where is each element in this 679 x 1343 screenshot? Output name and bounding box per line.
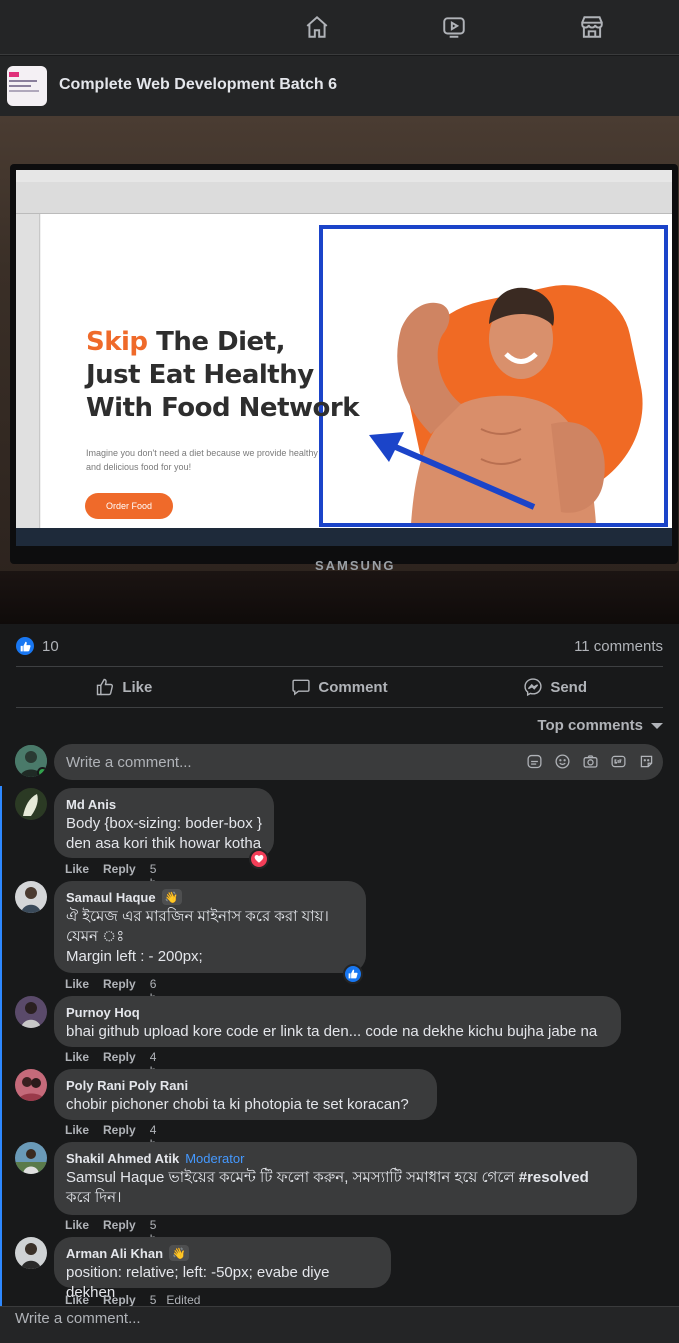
- comment-text: chobir pichoner chobi ta ki photopia te …: [66, 1096, 409, 1113]
- comment-thread-line: [0, 786, 2, 1307]
- caret-down-icon: [651, 722, 663, 729]
- commenter-name[interactable]: Shakil Ahmed Atik Moderator: [66, 1150, 625, 1166]
- top-navigation: [0, 0, 679, 55]
- messenger-icon: [524, 678, 542, 697]
- monitor-brand: SAMSUNG: [315, 558, 396, 573]
- commenter-avatar[interactable]: [15, 881, 47, 913]
- send-label: Send: [550, 678, 588, 696]
- windows-taskbar: [16, 528, 672, 546]
- composer-tools: [525, 752, 655, 770]
- love-reaction-icon[interactable]: [249, 849, 269, 869]
- home-icon[interactable]: [302, 12, 332, 42]
- commenter-avatar[interactable]: [15, 788, 47, 820]
- avatar-sticker-icon[interactable]: [637, 752, 655, 770]
- like-reaction-icon[interactable]: [343, 964, 363, 984]
- post-actions: Like Comment Send: [16, 667, 663, 707]
- comments-count[interactable]: 11 comments: [574, 638, 663, 655]
- commenter-name[interactable]: Samaul Haque 👋: [66, 889, 354, 905]
- hero-subtext: Imagine you don't need a diet because we…: [86, 448, 318, 472]
- comment-button[interactable]: Comment: [232, 667, 448, 707]
- commenter-avatar[interactable]: [15, 1237, 47, 1269]
- post-photo[interactable]: Skip The Diet, Just Eat Healthy With Foo…: [0, 116, 679, 624]
- group-header: Complete Web Development Batch 6: [0, 56, 679, 116]
- monitor-screen: Skip The Diet, Just Eat Healthy With Foo…: [16, 170, 672, 546]
- group-title[interactable]: Complete Web Development Batch 6: [59, 76, 337, 94]
- like-label: Like: [122, 678, 153, 696]
- comment-text: bhai github upload kore code er link ta …: [66, 1023, 598, 1040]
- comment-bubble: Arman Ali Khan 👋 position: relative; left…: [54, 1237, 391, 1301]
- like-reaction-icon[interactable]: [16, 637, 34, 655]
- comment-bubble: Samaul Haque 👋 ঐ ইমেজ এর মারজিন মাইনাস কর…: [54, 881, 366, 973]
- wave-badge-icon: 👋: [169, 1245, 190, 1261]
- comment-input[interactable]: [66, 753, 506, 771]
- emoji-icon[interactable]: [553, 752, 571, 770]
- reaction-stats: 10 11 comments: [16, 632, 663, 660]
- comment-composer[interactable]: [54, 744, 663, 780]
- current-user-avatar[interactable]: [15, 745, 47, 777]
- commenter-avatar[interactable]: [15, 1069, 47, 1101]
- moderator-badge: Moderator: [185, 1150, 245, 1166]
- comment-text: Samsul Haque ভাইয়ের কমেন্ট টি ফলো করুন,…: [66, 1169, 589, 1206]
- commenter-name[interactable]: Purnoy Hoq: [66, 1004, 609, 1020]
- comment-label: Comment: [318, 678, 388, 696]
- commenter-name[interactable]: Poly Rani Poly Rani: [66, 1077, 425, 1093]
- order-food-button: Order Food: [85, 493, 173, 519]
- sort-comments-dropdown[interactable]: Top comments: [537, 717, 663, 734]
- like-count[interactable]: 10: [42, 638, 59, 655]
- bottom-comment-input[interactable]: Write a comment...: [15, 1310, 141, 1327]
- sticker-icon[interactable]: [525, 752, 543, 770]
- comment-bubble: Shakil Ahmed Atik Moderator Samsul Haque …: [54, 1142, 637, 1215]
- gif-icon[interactable]: [609, 752, 627, 770]
- wave-badge-icon: 👋: [161, 889, 182, 905]
- like-button[interactable]: Like: [16, 667, 232, 707]
- thumbs-up-icon: [97, 678, 114, 696]
- camera-icon[interactable]: [581, 752, 599, 770]
- commenter-avatar[interactable]: [15, 1142, 47, 1174]
- comment-text: ঐ ইমেজ এর মারজিন মাইনাস করে করা যায়। যে…: [66, 908, 329, 965]
- online-status-icon: [37, 767, 47, 777]
- highlight-box: [319, 225, 668, 527]
- send-button[interactable]: Send: [447, 667, 663, 707]
- commenter-name[interactable]: Md Anis: [66, 796, 262, 812]
- marketplace-icon[interactable]: [577, 12, 607, 42]
- divider: [16, 707, 663, 708]
- hero-headline: Skip The Diet, Just Eat Healthy With Foo…: [86, 327, 360, 423]
- comment-text: Body {box-sizing: boder-box } den asa ko…: [66, 815, 262, 852]
- sort-label: Top comments: [537, 717, 643, 734]
- group-thumbnail[interactable]: [7, 66, 47, 106]
- video-icon[interactable]: [439, 12, 469, 42]
- comment-bubble: Poly Rani Poly Rani chobir pichoner chob…: [54, 1069, 437, 1120]
- comment-bubble: Md Anis Body {box-sizing: boder-box } de…: [54, 788, 274, 858]
- commenter-name[interactable]: Arman Ali Khan 👋: [66, 1245, 379, 1261]
- comment-icon: [292, 679, 311, 696]
- commenter-avatar[interactable]: [15, 996, 47, 1028]
- hashtag-link[interactable]: #resolved: [519, 1169, 589, 1186]
- comment-bubble: Purnoy Hoq bhai github upload kore code …: [54, 996, 621, 1047]
